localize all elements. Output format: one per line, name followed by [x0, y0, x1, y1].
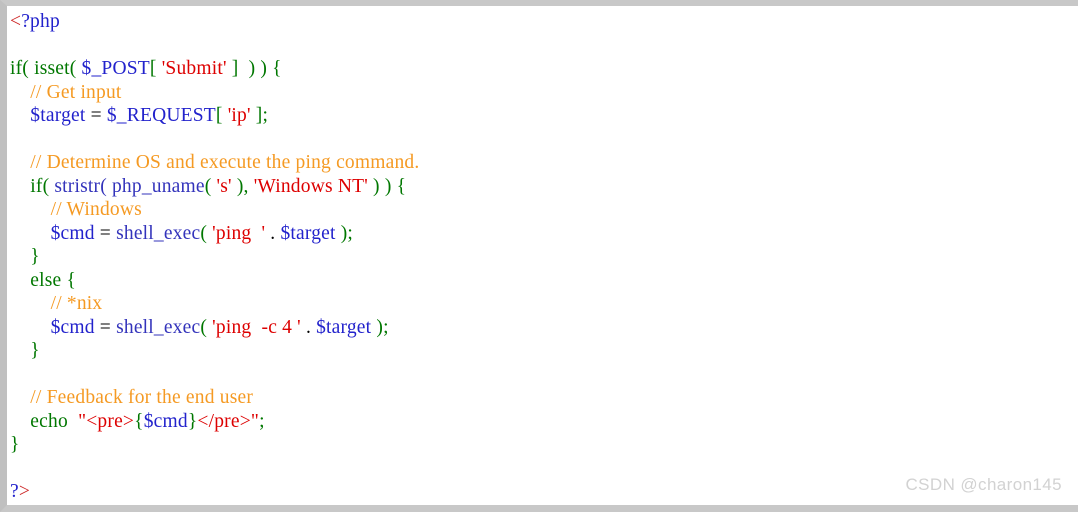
csdn-watermark: CSDN @charon145: [905, 475, 1062, 494]
token-windows-nt-string: 'Windows NT': [248, 175, 368, 197]
token-open-quote: ": [67, 410, 87, 432]
code-line-10: $cmd = shell_exec( 'ping ' . $target );: [10, 222, 419, 246]
token-echo-keyword: echo: [10, 410, 68, 432]
token-post-superglobal: $_POST: [76, 58, 150, 79]
token-close-paren-uname: ): [236, 175, 244, 197]
token-target-variable-14: $target: [316, 316, 372, 338]
code-line-7: // Determine OS and execute the ping com…: [10, 151, 419, 175]
code-line-4: // Get input: [10, 81, 419, 105]
php-open-angle: <: [10, 11, 22, 32]
comment-windows: // Windows: [10, 199, 142, 220]
code-line-15: }: [10, 339, 419, 363]
token-close-paren-1: ): [238, 58, 256, 79]
code-line-11: }: [10, 245, 419, 269]
token-stristr-call: stristr(: [49, 175, 107, 197]
php-close-question: ?: [10, 481, 19, 502]
code-line-12: else {: [10, 269, 419, 293]
token-isset-call: isset(: [29, 58, 77, 79]
code-line-3: if( isset( $_POST[ 'Submit' ] ) ) {: [10, 57, 419, 81]
code-line-17: // Feedback for the end user: [10, 386, 419, 410]
php-code-block[interactable]: <?php if( isset( $_POST[ 'Submit' ] ) ) …: [7, 6, 419, 504]
token-interp-close-brace: }: [187, 410, 198, 432]
token-assign-operator: =: [85, 105, 107, 126]
token-close-paren-2: ): [255, 58, 268, 79]
php-open-tag: ?php: [21, 11, 60, 32]
code-line-8: if( stristr( php_uname( 's' ), 'Windows …: [10, 175, 419, 199]
token-target-variable: $target: [10, 105, 86, 126]
code-line-13: // *nix: [10, 292, 419, 316]
token-open-bracket-ip: [: [215, 105, 223, 126]
token-ip-string: 'ip': [222, 105, 256, 126]
token-shell-exec-call: shell_exec: [116, 222, 201, 244]
token-close-paren-shell-14: ): [371, 316, 384, 338]
token-close-brace-19: }: [10, 434, 20, 455]
comment-nix: // *nix: [10, 293, 103, 314]
token-cmd-variable-14: $cmd: [10, 316, 95, 338]
token-request-superglobal: $_REQUEST: [106, 105, 216, 126]
token-shell-exec-call-14: shell_exec: [116, 316, 201, 338]
code-line-18: echo "<pre>{$cmd}</pre>";: [10, 410, 419, 434]
token-semicolon-10: ;: [347, 222, 354, 244]
token-s-string: 's': [211, 175, 237, 197]
comment-feedback: // Feedback for the end user: [10, 387, 254, 408]
token-php-uname-call: php_uname: [106, 175, 205, 197]
token-open-brace-12: {: [61, 269, 77, 291]
token-close-paren-shell: ): [335, 222, 348, 244]
token-else-keyword: else: [10, 269, 62, 291]
token-pre-close-tag: </pre>: [197, 410, 251, 432]
token-close-quote: ": [250, 410, 260, 432]
token-cmd-variable: $cmd: [10, 222, 95, 244]
token-close-paren-if: ): [379, 175, 392, 197]
token-semicolon-5: ;: [262, 105, 269, 126]
token-cmd-variable-18: $cmd: [143, 410, 188, 432]
token-open-bracket: [: [149, 58, 157, 79]
token-if-keyword-2: if(: [10, 175, 50, 197]
token-concat-operator: .: [270, 222, 281, 244]
token-if-keyword: if(: [10, 58, 30, 79]
token-concat-operator-14: .: [305, 316, 317, 338]
token-open-brace-8: {: [391, 175, 407, 197]
token-assign-operator-14: =: [94, 316, 117, 338]
token-assign-operator-10: =: [94, 222, 117, 244]
token-ping-string-windows: 'ping ': [207, 222, 271, 244]
code-line-1: <?php: [10, 10, 419, 34]
comment-get-input: // Get input: [10, 81, 122, 103]
token-semicolon-14: ;: [383, 316, 389, 338]
token-close-brace-15: }: [10, 340, 40, 361]
token-open-brace: {: [267, 58, 282, 79]
token-interp-open-brace: {: [134, 410, 144, 432]
token-close-brace-11: }: [10, 246, 40, 267]
token-target-variable-10: $target: [280, 222, 336, 244]
code-line-5: $target = $_REQUEST[ 'ip' ];: [10, 104, 419, 128]
code-line-14: $cmd = shell_exec( 'ping -c 4 ' . $targe…: [10, 316, 419, 340]
token-close-paren-stristr: ): [367, 175, 380, 197]
code-line-9: // Windows: [10, 198, 419, 222]
code-line-21: ?>: [10, 480, 419, 504]
token-ping-string-nix: 'ping -c 4 ': [207, 316, 306, 338]
code-viewer: <?php if( isset( $_POST[ 'Submit' ] ) ) …: [0, 0, 1078, 512]
code-line-19: }: [10, 433, 419, 457]
token-pre-open-tag: <pre>: [86, 410, 135, 432]
comment-determine-os: // Determine OS and execute the ping com…: [10, 152, 420, 173]
token-submit-string: 'Submit': [156, 58, 232, 79]
token-semicolon-18: ;: [259, 410, 265, 432]
php-close-angle: >: [18, 481, 31, 502]
